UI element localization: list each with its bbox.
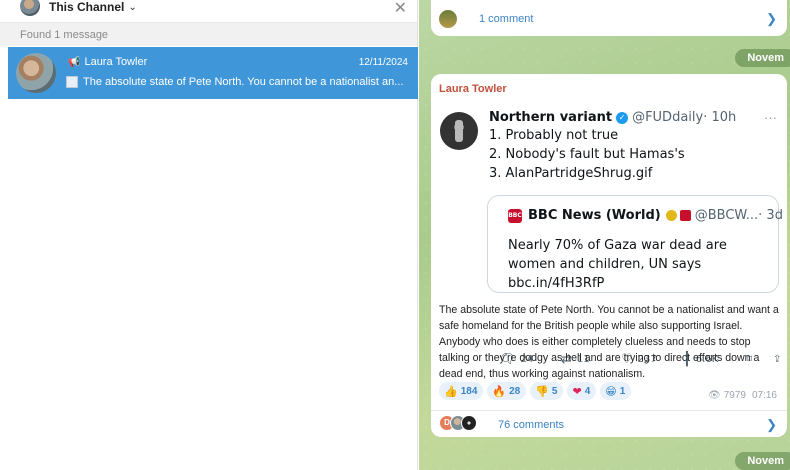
result-author-name: Laura Towler (84, 56, 148, 68)
message-meta: 👁 7979 07:16 (708, 390, 777, 401)
reaction-count: 184 (460, 385, 478, 397)
tweet-header: Northern variant ✓ @FUDdaily · 10h (489, 110, 736, 125)
message-time: 07:16 (751, 390, 777, 401)
megaphone-icon: 📢 (68, 56, 81, 68)
tweet-avatar (440, 112, 478, 150)
tweet-line: 3. AlanPartridgeShrug.gif (489, 166, 653, 181)
message-text: The absolute state of Pete North. You ca… (439, 304, 779, 380)
commenter-avatars: D (439, 415, 477, 431)
reaction-thumbs-up[interactable]: 👍 184 (439, 382, 484, 400)
verified-icon: ✓ (616, 111, 629, 124)
comments-count[interactable]: 76 comments (498, 419, 564, 431)
reaction-fire[interactable]: 🔥 28 (487, 382, 527, 400)
verified-gold-icon (665, 210, 677, 221)
result-author: 📢 Laura Towler (68, 56, 147, 68)
quoted-handle: @BBCW... (694, 208, 759, 223)
reaction-count: 4 (584, 385, 591, 397)
chevron-right-icon[interactable]: ❯ (766, 11, 777, 27)
quoted-text: Nearly 70% of Gaza war dead are women an… (508, 238, 727, 291)
channel-scope-label[interactable]: This Channel (49, 0, 124, 14)
more-icon: ··· (764, 110, 777, 125)
date-divider: Novem (735, 49, 790, 67)
avatar (16, 53, 56, 93)
thumbs-down-icon: 👎 (535, 384, 549, 398)
chat-pane: 1 comment ❯ Novem Laura Towler Northern … (419, 0, 790, 470)
search-scope-header[interactable]: This Channel ⌄ ✕ (0, 0, 417, 22)
result-snippet-text: The absolute state of Pete North. You ca… (83, 76, 404, 88)
tweet-line: 1. Probably not true (489, 128, 619, 143)
affiliate-badge-icon (679, 210, 691, 221)
previous-message-card: 1 comment ❯ (431, 0, 787, 36)
reaction-thumbs-down[interactable]: 👎 5 (530, 382, 564, 400)
avatar (461, 415, 477, 431)
grin-icon: 😁 (605, 384, 617, 398)
close-icon[interactable]: ✕ (394, 0, 407, 18)
reaction-count: 28 (509, 385, 521, 397)
image-thumbnail-icon (66, 76, 78, 88)
commenter-avatar (439, 10, 457, 28)
found-count: Found 1 message (0, 22, 417, 46)
date-divider: Novem (735, 452, 790, 470)
reactions-bar: 👍 184 🔥 28 👎 5 ❤ 4 😁 1 (439, 382, 635, 400)
eye-icon: 👁 (708, 390, 721, 401)
search-result-item[interactable]: 📢 Laura Towler 12/11/2024 The absolute s… (8, 47, 418, 99)
reaction-heart[interactable]: ❤ 4 (567, 382, 597, 400)
channel-message: Laura Towler Northern variant ✓ @FUDdail… (431, 74, 787, 437)
tweet-handle: @FUDdaily (632, 110, 704, 125)
result-snippet: The absolute state of Pete North. You ca… (66, 76, 403, 88)
red-heart-icon: ❤ (572, 384, 582, 398)
reaction-grin[interactable]: 😁 1 (600, 382, 632, 400)
tweet-author-name: Northern variant (489, 110, 613, 125)
quoted-tweet-header: BBC BBC News (World) @BBCW... · 3d (508, 208, 783, 223)
comments-row[interactable]: D 76 comments ❯ (431, 410, 787, 437)
view-count: 7979 (723, 390, 746, 401)
message-author[interactable]: Laura Towler (439, 83, 507, 95)
thumbs-up-icon: 👍 (444, 384, 458, 398)
reaction-count: 1 (619, 385, 626, 397)
tweet-time: · 10h (703, 110, 737, 125)
bbc-logo-icon: BBC (508, 208, 522, 223)
tweet-line: 2. Nobody's fault but Hamas's (489, 147, 685, 162)
quoted-author-name: BBC News (World) (528, 208, 661, 223)
channel-avatar (20, 0, 40, 16)
comments-link[interactable]: 1 comment (479, 13, 533, 25)
search-panel: This Channel ⌄ ✕ Found 1 message 📢 Laura… (0, 0, 418, 470)
reaction-count: 5 (551, 385, 558, 397)
chevron-right-icon[interactable]: ❯ (766, 417, 777, 433)
fire-icon: 🔥 (492, 384, 507, 398)
result-date: 12/11/2024 (358, 57, 408, 68)
quoted-tweet: BBC BBC News (World) @BBCW... · 3d Nearl… (487, 195, 783, 293)
quoted-time: · 3d (758, 208, 783, 223)
chevron-down-icon[interactable]: ⌄ (128, 2, 136, 13)
